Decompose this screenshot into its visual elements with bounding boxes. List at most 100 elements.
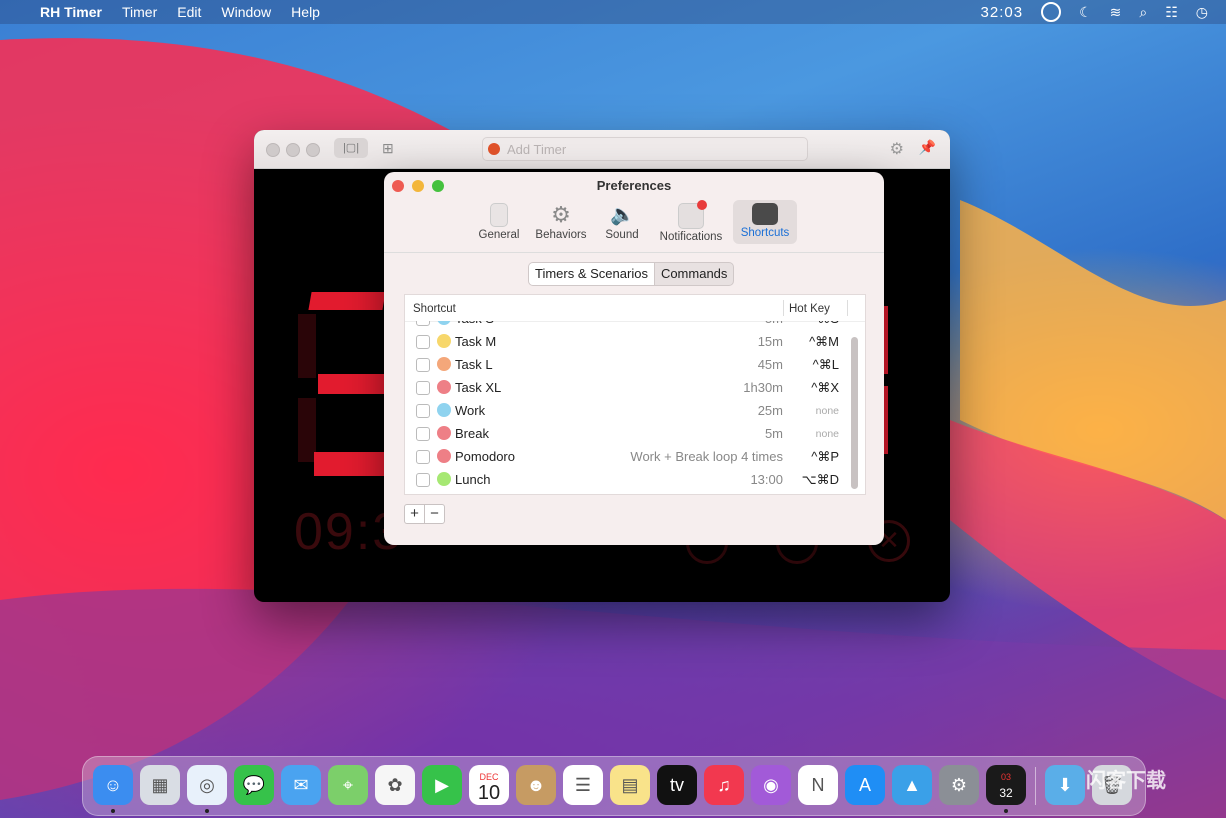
menu-edit[interactable]: Edit <box>177 4 201 20</box>
minimize-button[interactable] <box>286 143 300 157</box>
news-icon[interactable]: N <box>798 765 838 805</box>
table-header: Shortcut Hot Key <box>405 295 865 322</box>
timer-color-dot <box>437 380 451 394</box>
add-timer-input[interactable] <box>505 140 799 158</box>
enable-checkbox[interactable] <box>416 404 430 418</box>
menu-timer[interactable]: Timer <box>122 4 157 20</box>
table-row[interactable]: Work 25m none <box>405 399 851 422</box>
dock-icon-glyph: ▶ <box>435 775 449 795</box>
enable-checkbox[interactable] <box>416 321 430 326</box>
contacts-icon[interactable]: ☻ <box>516 765 556 805</box>
notes-icon[interactable]: ▤ <box>610 765 650 805</box>
dock-icon-subtext: 03 <box>1000 772 1011 782</box>
gear-icon[interactable]: ⚙ <box>890 139 904 159</box>
safari-icon[interactable]: ◎ <box>187 765 227 805</box>
hotkey-recorder[interactable]: ^⌘X <box>811 380 839 396</box>
menu-app-name[interactable]: RH Timer <box>40 4 102 20</box>
hotkey-recorder[interactable]: ^⌘S <box>811 321 839 327</box>
add-timer-field[interactable] <box>482 137 808 161</box>
tab-general[interactable]: General <box>476 200 522 244</box>
enable-checkbox[interactable] <box>416 450 430 464</box>
tab-behaviors[interactable]: ⚙ Behaviors <box>532 200 590 244</box>
appletv-icon[interactable]: tv <box>657 765 697 805</box>
add-shortcut-button[interactable]: + <box>405 505 425 523</box>
tab-sound[interactable]: 🔈 Sound <box>600 200 644 244</box>
photos-icon[interactable]: ✿ <box>375 765 415 805</box>
notification-icon <box>678 200 707 229</box>
system-preferences-icon[interactable]: ⚙ <box>939 765 979 805</box>
segment-timers-scenarios[interactable]: Timers & Scenarios <box>529 263 655 285</box>
tab-notifications[interactable]: Notifications <box>654 200 728 244</box>
single-view-button[interactable]: |▢| <box>334 138 368 158</box>
hotkey-recorder[interactable]: ^⌘L <box>813 357 839 373</box>
gear-icon: ⚙ <box>551 202 571 227</box>
table-row[interactable]: Task XL 1h30m ^⌘X <box>405 376 851 399</box>
do-not-disturb-icon[interactable]: ☾ <box>1079 4 1092 21</box>
shortcut-name: Task L <box>455 357 493 372</box>
launchpad-icon[interactable]: ▦ <box>140 765 180 805</box>
enable-checkbox[interactable] <box>416 427 430 441</box>
enable-checkbox[interactable] <box>416 381 430 395</box>
finder-icon[interactable]: ☺ <box>93 765 133 805</box>
table-row[interactable]: Pomodoro Work + Break loop 4 times ^⌘P <box>405 445 851 468</box>
downloads-folder-icon[interactable]: ⬇ <box>1045 765 1085 805</box>
menubar-timer-clock[interactable]: 32:03 <box>981 4 1024 21</box>
facetime-icon[interactable]: ▶ <box>422 765 462 805</box>
running-indicator <box>111 809 115 813</box>
zoom-button[interactable] <box>306 143 320 157</box>
menu-window[interactable]: Window <box>221 4 271 20</box>
table-row[interactable]: Task S 5m ^⌘S <box>405 321 851 330</box>
scope-segmented-control: Timers & Scenarios Commands <box>528 262 735 286</box>
shortcut-duration: 13:00 <box>750 472 783 487</box>
column-header-shortcut[interactable]: Shortcut <box>413 303 456 315</box>
altimeter-icon[interactable]: ▲ <box>892 765 932 805</box>
reminders-icon[interactable]: ☰ <box>563 765 603 805</box>
shortcut-duration: 25m <box>757 403 783 418</box>
menu-bar: RH Timer Timer Edit Window Help 32:03 ☾ … <box>0 0 1226 24</box>
hotkey-recorder[interactable]: ^⌘M <box>809 334 839 350</box>
appstore-icon[interactable]: A <box>845 765 885 805</box>
hotkey-recorder[interactable]: ^⌘P <box>811 449 839 465</box>
enable-checkbox[interactable] <box>416 358 430 372</box>
segment-commands[interactable]: Commands <box>655 263 733 285</box>
rh-timer-icon[interactable]: 03 32 <box>986 765 1026 805</box>
control-center-icon[interactable]: ☷ <box>1165 4 1178 21</box>
grid-view-icon[interactable]: ⊞ <box>382 140 394 157</box>
messages-icon[interactable]: 💬 <box>234 765 274 805</box>
podcasts-icon[interactable]: ◉ <box>751 765 791 805</box>
timer-color-dot <box>437 357 451 371</box>
table-row[interactable]: Task M 15m ^⌘M <box>405 330 851 353</box>
wifi-icon[interactable]: ≋ <box>1110 4 1122 21</box>
timer-color-dot[interactable] <box>488 143 500 155</box>
music-icon[interactable]: ♫ <box>704 765 744 805</box>
remove-shortcut-button[interactable]: − <box>425 505 444 523</box>
tab-shortcuts[interactable]: Shortcuts <box>733 200 797 244</box>
pin-icon[interactable]: 📌 <box>919 139 936 156</box>
rh-timer-status-icon[interactable] <box>1041 2 1062 22</box>
table-scrollbar[interactable] <box>851 337 858 489</box>
table-row[interactable]: Lunch 13:00 ⌥⌘D <box>405 468 851 491</box>
enable-checkbox[interactable] <box>416 473 430 487</box>
clock-icon[interactable]: ◷ <box>1196 4 1208 21</box>
maps-icon[interactable]: ⌖ <box>328 765 368 805</box>
tab-behaviors-label: Behaviors <box>535 229 587 241</box>
menu-help[interactable]: Help <box>291 4 320 20</box>
hotkey-recorder[interactable]: ⌥⌘D <box>802 472 839 488</box>
column-header-hotkey[interactable]: Hot Key <box>789 303 830 315</box>
dock-icon-glyph: ◎ <box>199 775 215 795</box>
dock-icon-glyph: N <box>811 775 825 795</box>
enable-checkbox[interactable] <box>416 335 430 349</box>
spotlight-search-icon[interactable]: ⌕ <box>1139 4 1147 21</box>
calendar-icon[interactable]: DEC 10 <box>469 765 509 805</box>
table-body: Task S5m^⌘STask M15m^⌘MTask L45m^⌘LTask … <box>405 321 865 494</box>
timer-color-dot <box>437 426 451 440</box>
table-row[interactable]: Task L 45m ^⌘L <box>405 353 851 376</box>
mail-icon[interactable]: ✉ <box>281 765 321 805</box>
running-indicator <box>1004 809 1008 813</box>
hotkey-recorder[interactable]: none <box>816 405 839 417</box>
close-button[interactable] <box>266 143 280 157</box>
table-row[interactable]: Break 5m none <box>405 422 851 445</box>
timer-color-dot <box>437 403 451 417</box>
hotkey-recorder[interactable]: none <box>816 428 839 440</box>
shortcut-duration: 45m <box>757 357 783 372</box>
